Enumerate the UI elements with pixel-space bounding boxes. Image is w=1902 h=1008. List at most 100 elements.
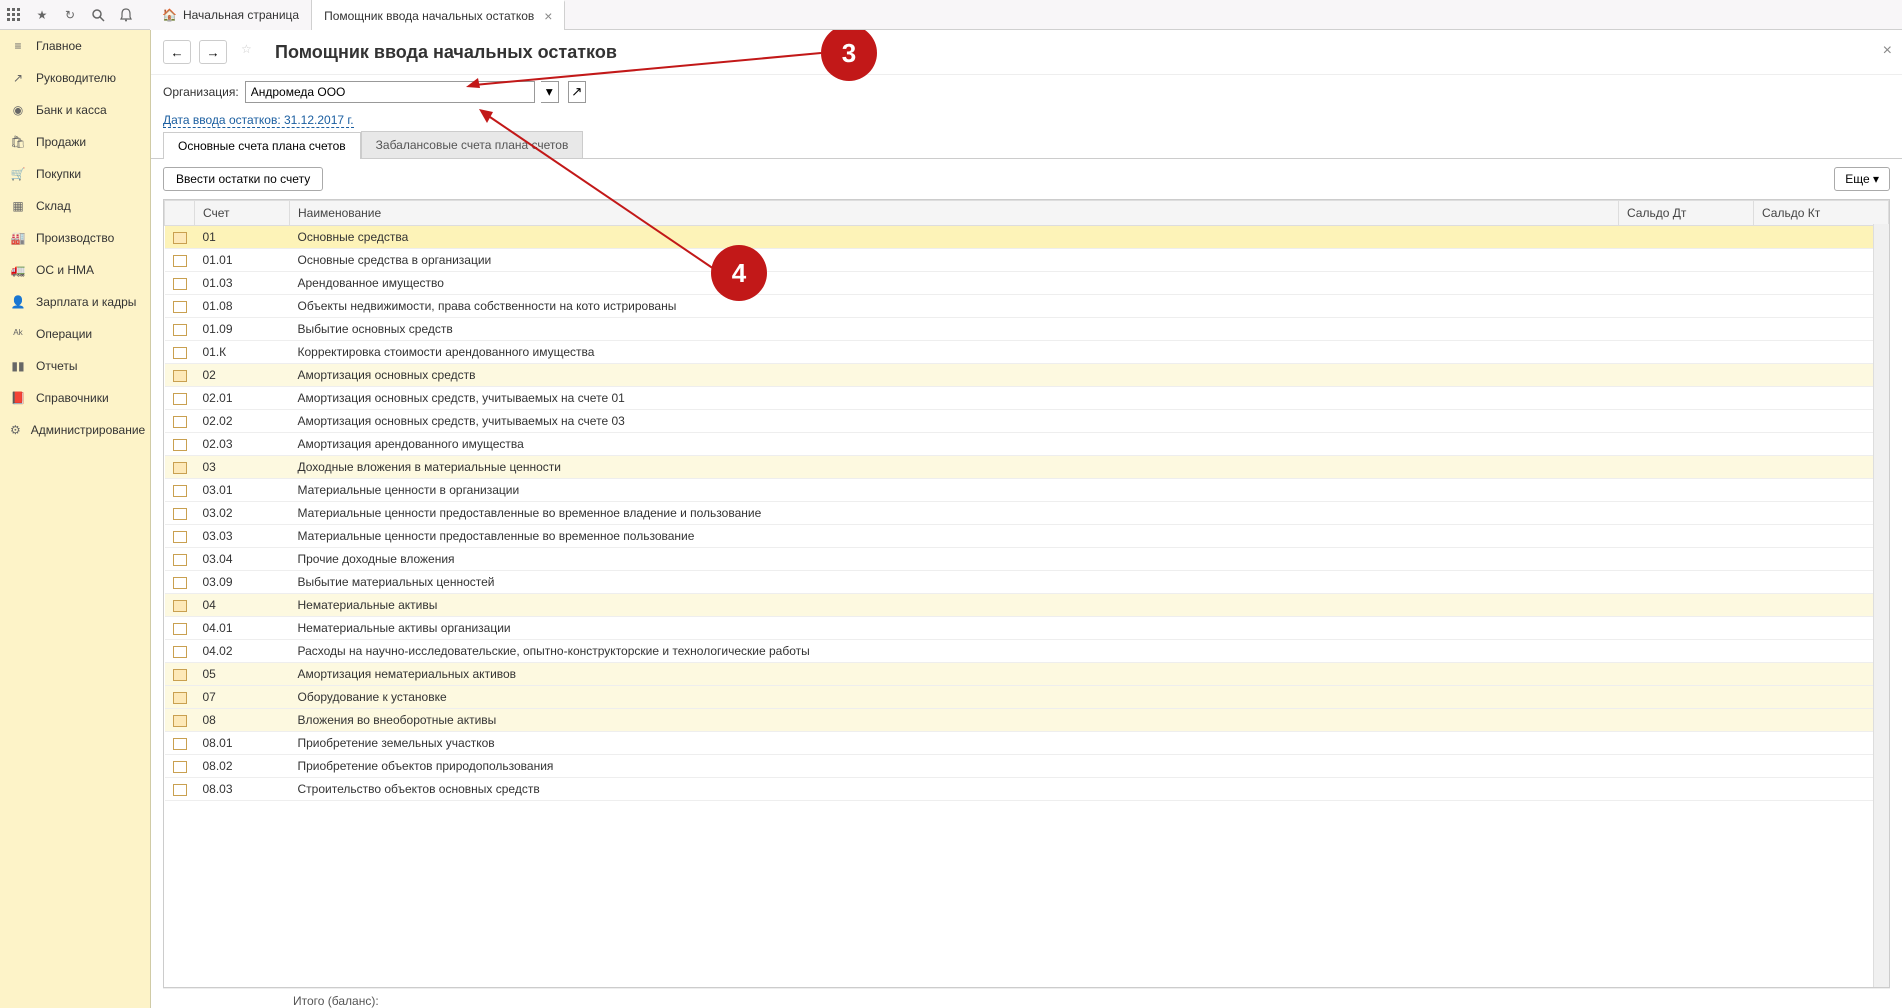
account-code: 01.К (195, 341, 290, 364)
bell-icon[interactable] (117, 6, 135, 24)
account-name: Выбытие основных средств (290, 318, 1619, 341)
account-icon (173, 347, 187, 359)
account-name: Корректировка стоимости арендованного им… (290, 341, 1619, 364)
scrollbar[interactable] (1873, 224, 1889, 987)
table-row[interactable]: 04.01Нематериальные активы организации (165, 617, 1889, 640)
org-label: Организация: (163, 85, 239, 99)
search-icon[interactable] (89, 6, 107, 24)
table-row[interactable]: 03.02Материальные ценности предоставленн… (165, 502, 1889, 525)
sidebar-item-12[interactable]: ⚙ Администрирование (0, 414, 150, 446)
table-row[interactable]: 01.03Арендованное имущество (165, 272, 1889, 295)
account-name: Амортизация нематериальных активов (290, 663, 1619, 686)
account-icon (173, 715, 187, 727)
account-name: Нематериальные активы организации (290, 617, 1619, 640)
table-row[interactable]: 02.02Амортизация основных средств, учиты… (165, 410, 1889, 433)
sidebar-item-7[interactable]: 🚛ОС и НМА (0, 254, 150, 286)
account-icon (173, 370, 187, 382)
table-row[interactable]: 03.04Прочие доходные вложения (165, 548, 1889, 571)
account-code: 02.02 (195, 410, 290, 433)
tab-main-accounts[interactable]: Основные счета плана счетов (163, 132, 361, 159)
sidebar-item-8[interactable]: 👤Зарплата и кадры (0, 286, 150, 318)
forward-button[interactable]: → (199, 40, 227, 64)
sidebar-item-label: Продажи (36, 135, 86, 149)
account-code: 03 (195, 456, 290, 479)
account-icon (173, 255, 187, 267)
table-row[interactable]: 02.01Амортизация основных средств, учиты… (165, 387, 1889, 410)
sidebar-icon: ⚙ (10, 422, 21, 438)
account-code: 03.04 (195, 548, 290, 571)
table-row[interactable]: 03.01Материальные ценности в организации (165, 479, 1889, 502)
sidebar-item-2[interactable]: ◉Банк и касса (0, 94, 150, 126)
more-button[interactable]: Еще ▾ (1834, 167, 1890, 191)
table-row[interactable]: 08Вложения во внеоборотные активы (165, 709, 1889, 732)
sidebar-item-10[interactable]: ▮▮Отчеты (0, 350, 150, 382)
table-row[interactable]: 03.09Выбытие материальных ценностей (165, 571, 1889, 594)
sidebar-item-3[interactable]: 🛍Продажи (0, 126, 150, 158)
close-page-icon[interactable]: × (1883, 42, 1892, 60)
account-name: Нематериальные активы (290, 594, 1619, 617)
account-name: Амортизация арендованного имущества (290, 433, 1619, 456)
col-account[interactable]: Счет (195, 201, 290, 226)
table-row[interactable]: 03.03Материальные ценности предоставленн… (165, 525, 1889, 548)
table-row[interactable]: 07Оборудование к установке (165, 686, 1889, 709)
account-code: 04.01 (195, 617, 290, 640)
col-dt[interactable]: Сальдо Дт (1619, 201, 1754, 226)
close-icon[interactable]: × (544, 8, 552, 24)
table-row[interactable]: 01.ККорректировка стоимости арендованног… (165, 341, 1889, 364)
table-row[interactable]: 01.08Объекты недвижимости, права собстве… (165, 295, 1889, 318)
table-row[interactable]: 08.03Строительство объектов основных сре… (165, 778, 1889, 801)
account-code: 01 (195, 226, 290, 249)
account-icon (173, 324, 187, 336)
tab-home[interactable]: 🏠 Начальная страница (150, 0, 312, 30)
account-code: 03.03 (195, 525, 290, 548)
table-row[interactable]: 04Нематериальные активы (165, 594, 1889, 617)
account-name: Арендованное имущество (290, 272, 1619, 295)
sidebar-icon: ↗ (10, 70, 26, 86)
account-name: Амортизация основных средств, учитываемы… (290, 410, 1619, 433)
sidebar-item-label: Руководителю (36, 71, 116, 85)
tab-home-label: Начальная страница (183, 8, 299, 22)
sidebar-item-1[interactable]: ↗ Руководителю (0, 62, 150, 94)
table-row[interactable]: 01Основные средства (165, 226, 1889, 249)
sidebar-item-label: Отчеты (36, 359, 77, 373)
table-row[interactable]: 08.01Приобретение земельных участков (165, 732, 1889, 755)
tab-assistant[interactable]: Помощник ввода начальных остатков × (312, 0, 565, 30)
sidebar-item-0[interactable]: ≡Главное (0, 30, 150, 62)
table-row[interactable]: 02.03Амортизация арендованного имущества (165, 433, 1889, 456)
account-icon (173, 508, 187, 520)
account-code: 01.01 (195, 249, 290, 272)
sidebar-item-5[interactable]: ▦Склад (0, 190, 150, 222)
account-code: 02.03 (195, 433, 290, 456)
sidebar-item-6[interactable]: 🏭Производство (0, 222, 150, 254)
apps-icon[interactable] (5, 6, 23, 24)
star-icon[interactable]: ★ (33, 6, 51, 24)
table-row[interactable]: 08.02Приобретение объектов природопользо… (165, 755, 1889, 778)
sidebar-item-4[interactable]: 🛒Покупки (0, 158, 150, 190)
table-row[interactable]: 05Амортизация нематериальных активов (165, 663, 1889, 686)
account-code: 01.08 (195, 295, 290, 318)
table-row[interactable]: 01.01Основные средства в организации (165, 249, 1889, 272)
col-kt[interactable]: Сальдо Кт (1754, 201, 1889, 226)
account-code: 01.09 (195, 318, 290, 341)
sidebar-item-11[interactable]: 📕Справочники (0, 382, 150, 414)
table-row[interactable]: 03Доходные вложения в материальные ценно… (165, 456, 1889, 479)
favorite-icon[interactable]: ☆ (241, 42, 261, 62)
account-icon (173, 462, 187, 474)
table-row[interactable]: 04.02Расходы на научно-исследовательские… (165, 640, 1889, 663)
table-row[interactable]: 02Амортизация основных средств (165, 364, 1889, 387)
account-icon (173, 669, 187, 681)
history-icon[interactable]: ↻ (61, 6, 79, 24)
account-name: Амортизация основных средств, учитываемы… (290, 387, 1619, 410)
back-button[interactable]: ← (163, 40, 191, 64)
enter-balance-button[interactable]: Ввести остатки по счету (163, 167, 323, 191)
sidebar-item-label: Администрирование (31, 423, 145, 437)
table-row[interactable]: 01.09Выбытие основных средств (165, 318, 1889, 341)
account-icon (173, 738, 187, 750)
account-name: Материальные ценности предоставленные во… (290, 502, 1619, 525)
annotation-arrow-4 (479, 109, 719, 274)
sidebar-item-9[interactable]: ᴬᵏОперации (0, 318, 150, 350)
annotation-4: 4 (711, 245, 767, 301)
date-link[interactable]: Дата ввода остатков: 31.12.2017 г. (163, 113, 354, 128)
account-code: 04 (195, 594, 290, 617)
sidebar-item-label: ОС и НМА (36, 263, 94, 277)
